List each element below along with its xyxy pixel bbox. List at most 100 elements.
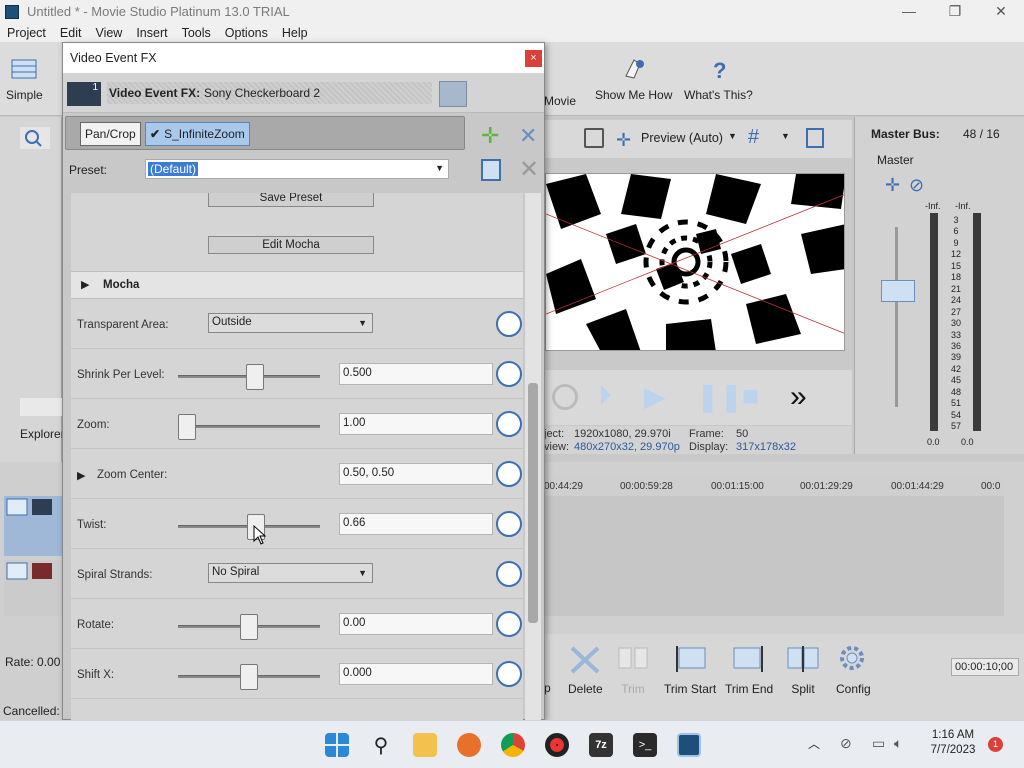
chevron-down-icon[interactable]: ▼ [728,131,737,141]
keyframe-icon[interactable] [496,311,522,337]
fx-chain-icon[interactable]: ✛ [885,175,900,196]
start-icon[interactable] [325,733,349,757]
menu-edit[interactable]: Edit [53,26,89,40]
keyframe-icon[interactable] [496,661,522,687]
next-frame-icon[interactable]: » [790,380,807,414]
master-bus-panel: Master Bus: 48 / 16 Master ✛ ⊘ -Inf. -In… [854,117,1024,454]
network-icon[interactable]: ⊘ [840,735,852,752]
search-icon[interactable]: ⚲ [369,733,393,757]
whats-this-button[interactable]: ? What's This? [684,56,753,102]
delete-button[interactable]: Delete [568,644,603,696]
save-preset-icon[interactable] [481,159,501,181]
slider-thumb[interactable] [178,414,196,440]
delete-preset-icon[interactable]: ✕ [519,155,539,184]
keyframe-icon[interactable] [496,511,522,537]
play-from-start-icon[interactable]: ⏵ [598,380,612,413]
pause-icon[interactable]: ❚❚ [696,380,743,413]
edit-mocha-button[interactable]: Edit Mocha [208,236,374,254]
keyframe-icon[interactable] [496,461,522,487]
minimize-button[interactable]: — [886,3,932,20]
grid-overlay-icon[interactable]: # [748,126,759,149]
clock[interactable]: 1:16 AM 7/7/2023 [928,729,978,756]
remove-fx-plugin-icon[interactable]: ✕ [519,123,537,149]
movie-label[interactable]: Movie [544,94,576,108]
chain-pan-crop[interactable]: Pan/Crop [80,122,141,146]
window-title: Untitled * - Movie Studio Platinum 13.0 … [27,4,290,19]
keyframe-icon[interactable] [496,411,522,437]
screen-recorder-icon[interactable] [545,733,569,757]
menu-project[interactable]: Project [0,26,53,40]
menu-help[interactable]: Help [275,26,315,40]
shift-x-slider[interactable] [178,664,320,690]
chevron-up-icon[interactable]: ︿ [808,735,820,752]
twist-slider[interactable] [178,514,320,540]
close-window-button[interactable]: ✕ [978,3,1024,20]
copy-snapshot-icon[interactable] [806,128,824,148]
scrollbar-thumb[interactable] [528,383,538,623]
video-track-header[interactable] [4,496,62,556]
terminal-icon[interactable]: >_ [633,733,657,757]
menu-insert[interactable]: Insert [129,26,174,40]
mask-icon[interactable] [439,81,467,107]
keyframe-icon[interactable] [496,561,522,587]
trim-end-button[interactable]: Trim End [725,644,773,696]
record-icon[interactable] [552,384,578,410]
firefox-icon[interactable] [457,733,481,757]
keyframe-icon[interactable] [496,361,522,387]
config-label: Config [836,682,871,696]
zoom-slider[interactable] [178,414,320,440]
volume-icon[interactable]: 🔈︎ [894,735,902,752]
file-explorer-icon[interactable] [413,733,437,757]
menu-view[interactable]: View [88,26,129,40]
external-monitor-icon[interactable] [584,128,604,148]
audio-track-header[interactable] [4,560,62,616]
parameter-scrollbar[interactable] [525,193,541,721]
mocha-section[interactable]: ▶ Mocha [71,271,523,299]
play-icon[interactable]: ▶ [644,380,666,413]
show-me-how-button[interactable]: Show Me How [595,56,672,102]
preview-quality-select[interactable]: Preview (Auto) [641,131,723,145]
master-fader[interactable] [881,280,915,302]
stop-icon[interactable]: ■ [742,380,759,412]
mute-icon[interactable]: ⊘ [909,175,924,196]
chrome-icon[interactable] [501,733,525,757]
save-preset-button[interactable]: Save Preset [208,193,374,207]
maximize-button[interactable]: ❐ [932,3,978,20]
slider-thumb[interactable] [240,664,258,690]
config-button[interactable]: Config [836,644,871,696]
menu-options[interactable]: Options [218,26,275,40]
simple-mode-button[interactable]: Simple [6,56,43,102]
slider-thumb[interactable] [240,614,258,640]
triangle-right-icon[interactable]: ▶ [77,469,85,482]
zoom-center-value[interactable]: 0.50, 0.50 [339,463,493,485]
shift-x-value[interactable]: 0.000 [339,663,493,685]
track-area[interactable] [544,496,1004,616]
shrink-slider[interactable] [178,364,320,390]
preset-select[interactable]: (Default) ▼ [145,159,449,179]
shrink-value[interactable]: 0.500 [339,363,493,385]
trim-button[interactable]: Trim [616,644,650,696]
zoom-value[interactable]: 1.00 [339,413,493,435]
search-icon[interactable] [20,127,50,149]
splitter-handle[interactable] [20,398,62,416]
notification-badge[interactable]: 1 [988,737,1003,752]
chevron-down-icon[interactable]: ▼ [781,131,790,141]
rotate-value[interactable]: 0.00 [339,613,493,635]
explorer-tab[interactable]: Explorer [20,427,65,441]
twist-value[interactable]: 0.66 [339,513,493,535]
slider-thumb[interactable] [246,364,265,390]
add-fx-plugin-icon[interactable]: ✛ [481,123,499,149]
display-icon[interactable]: ▭ [872,735,885,752]
7zip-icon[interactable]: 7z [589,733,613,757]
rotate-slider[interactable] [178,614,320,640]
movie-studio-taskbar-icon[interactable] [677,733,701,757]
transparent-area-select[interactable]: Outside ▼ [208,313,373,333]
dialog-close-button[interactable]: × [525,50,542,67]
spiral-strands-select[interactable]: No Spiral ▼ [208,563,373,583]
param-twist: Twist: 0.66 [71,499,523,549]
trim-start-button[interactable]: Trim Start [664,644,716,696]
keyframe-icon[interactable] [496,611,522,637]
chain-s-infinitezoom[interactable]: ✔ S_InfiniteZoom [145,122,250,146]
menu-tools[interactable]: Tools [175,26,218,40]
split-button[interactable]: Split [786,644,820,696]
